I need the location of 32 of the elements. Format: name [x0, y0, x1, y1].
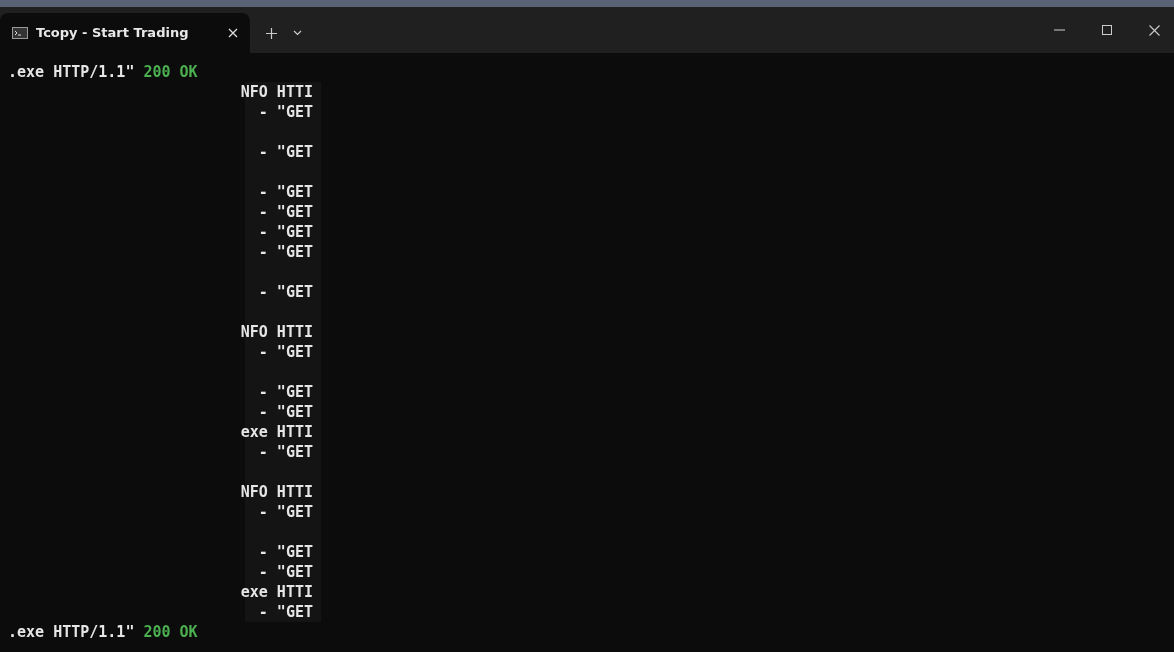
- log-text: - "GET: [258, 502, 313, 522]
- log-text: - "GET: [258, 222, 313, 242]
- log-text: - "GET: [258, 182, 313, 202]
- log-text: - "GET: [258, 562, 313, 582]
- maximize-icon[interactable]: [1102, 25, 1112, 35]
- log-text: - "GET: [258, 602, 313, 622]
- log-text: - "GET: [258, 402, 313, 422]
- log-text: - "GET: [258, 282, 313, 302]
- log-text: .exe HTTP/1.1": [8, 62, 135, 82]
- status-text: 200 OK: [143, 62, 198, 82]
- close-icon[interactable]: [228, 28, 238, 38]
- terminal-icon: [12, 27, 28, 39]
- log-text: - "GET: [258, 382, 313, 402]
- tab-title: Tcopy - Start Trading: [36, 24, 190, 43]
- terminal-tab[interactable]: Tcopy - Start Trading: [0, 13, 250, 53]
- log-text: - "GET: [258, 102, 313, 122]
- new-tab-icon[interactable]: [266, 27, 277, 39]
- log-text: NFO HTTI: [240, 482, 313, 502]
- log-text: .exe HTTP/1.1": [8, 622, 135, 642]
- log-text: exe HTTI: [240, 582, 313, 602]
- log-text: - "GET: [258, 142, 313, 162]
- close-icon[interactable]: [1149, 24, 1160, 36]
- status-text: 200 OK: [143, 622, 198, 642]
- log-text: exe HTTI: [240, 422, 313, 442]
- log-text: NFO HTTI: [240, 82, 313, 102]
- chevron-down-icon[interactable]: [293, 30, 302, 36]
- log-text: - "GET: [258, 242, 313, 262]
- log-text: - "GET: [258, 442, 313, 462]
- log-text: - "GET: [258, 542, 313, 562]
- log-text: - "GET: [258, 342, 313, 362]
- log-text: NFO HTTI: [240, 322, 313, 342]
- log-text: - "GET: [258, 202, 313, 222]
